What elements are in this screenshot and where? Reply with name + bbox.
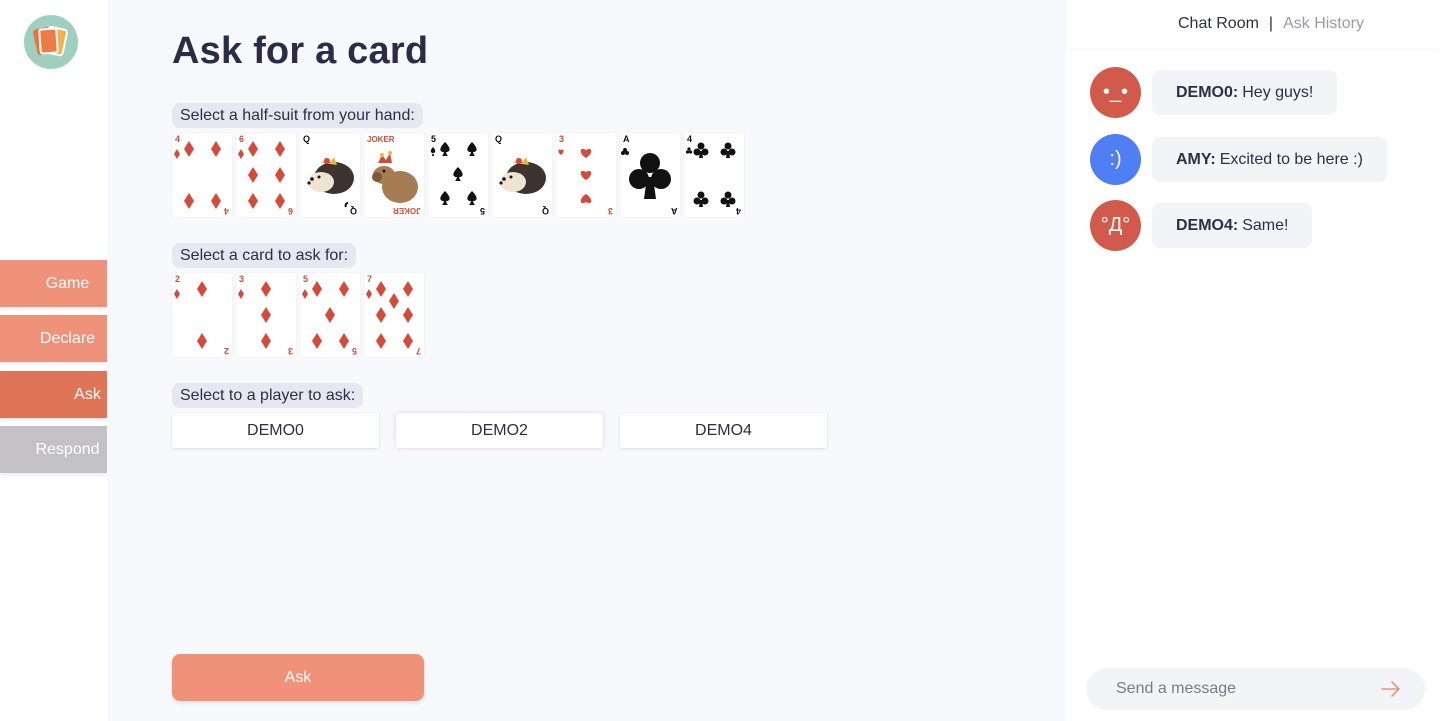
card-rank-bottom: 4 [735, 206, 741, 216]
card-rank: 3 [239, 274, 245, 284]
message-text: Same! [1242, 216, 1289, 234]
player-section-label: Select to a player to ask: [172, 383, 364, 408]
nav-declare-label: Declare [39, 329, 96, 347]
avatar: •_• [1090, 67, 1141, 118]
card-rank: 4 [175, 134, 181, 144]
nav-respond-label: Respond [35, 440, 100, 458]
card-rank-bottom: 7 [415, 346, 421, 356]
hand-section-label: Select a half-suit from your hand: [172, 103, 423, 128]
card-rank: A [623, 134, 630, 144]
tab-ask-history[interactable]: Ask History [1283, 15, 1364, 33]
nav-ask-label: Ask [74, 385, 101, 403]
ask-card-section-label: Select a card to ask for: [172, 243, 357, 268]
card-rank-bottom: 5 [479, 206, 485, 216]
card-joker[interactable]: JOKER JOKER [364, 133, 424, 217]
message-user: DEMO4: [1176, 216, 1239, 234]
message-bubble: DEMO4: Same! [1152, 203, 1313, 248]
ask-submit-label: Ask [284, 668, 312, 686]
chat-message: •_• DEMO0: Hey guys! [1090, 67, 1338, 118]
ask-card-row: 2 2 3 3 5 5 7 7 [172, 273, 424, 357]
card-rank: Q [495, 134, 503, 144]
card-rank-bottom: JOKER [393, 206, 421, 215]
card-rank: JOKER [367, 135, 395, 144]
card-rank-bottom: A [670, 206, 678, 216]
capybara-icon [372, 151, 418, 203]
card-4-of-clubs[interactable]: 4 4 [684, 133, 744, 217]
avatar: °Д° [1090, 200, 1141, 251]
chat-message: :) AMY: Excited to be here :) [1090, 134, 1387, 185]
message-bubble: DEMO0: Hey guys! [1152, 70, 1338, 115]
card-rank: Q [303, 134, 311, 144]
card-rank-bottom: 2 [223, 346, 229, 356]
message-text: Excited to be here :) [1219, 150, 1363, 168]
card-3-of-hearts[interactable]: 3 3 [556, 133, 616, 217]
message-user: DEMO0: [1176, 83, 1239, 101]
card-rank-bottom: 3 [287, 346, 293, 356]
card-3-of-diamonds[interactable]: 3 3 [236, 273, 296, 357]
ask-submit-button[interactable]: Ask [172, 654, 424, 701]
card-rank: 3 [559, 134, 565, 144]
card-ace-of-clubs[interactable]: A A [620, 133, 680, 217]
message-input[interactable]: Send a message [1086, 668, 1425, 710]
message-text: Hey guys! [1242, 83, 1314, 101]
nav-game-label: Game [45, 274, 90, 292]
card-rank-bottom: 5 [351, 346, 357, 356]
card-rank: 4 [687, 134, 693, 144]
card-rank-bottom: Q [349, 206, 357, 216]
card-rank-bottom: 3 [607, 206, 613, 216]
app-logo-icon [24, 15, 78, 69]
card-rank: 2 [175, 274, 181, 284]
hedgehog-icon [499, 157, 546, 194]
message-input-placeholder: Send a message [1116, 680, 1237, 697]
left-rail: Game Declare Ask Respond [0, 0, 155, 721]
card-rank-bottom: 6 [287, 206, 293, 216]
card-2-of-diamonds[interactable]: 2 2 [172, 273, 232, 357]
card-4-of-diamonds[interactable]: 4 4 [172, 133, 232, 217]
card-rank-bottom: 4 [223, 206, 229, 216]
hedgehog-icon [307, 157, 354, 208]
hand-card-row: 4 4 6 6 Q Q JOKER JOKER 5 5 Q Q 3 3 A A … [172, 133, 744, 217]
card-rank: 5 [431, 134, 437, 144]
send-arrow-icon[interactable] [1381, 680, 1401, 698]
card-queen-of-clubs[interactable]: Q Q [492, 133, 552, 217]
player-name: DEMO0 [247, 421, 304, 439]
card-rank-bottom: Q [541, 206, 549, 216]
player-name: DEMO4 [695, 421, 752, 439]
player-option-demo2[interactable]: DEMO2 [396, 413, 603, 448]
card-6-of-diamonds[interactable]: 6 6 [236, 133, 296, 217]
page-title: Ask for a card [172, 30, 429, 72]
card-rank: 5 [303, 274, 309, 284]
card-rank: 7 [367, 274, 373, 284]
card-5-of-diamonds[interactable]: 5 5 [300, 273, 360, 357]
chat-tabs: Chat Room | Ask History [1066, 0, 1440, 48]
tab-separator: | [1268, 15, 1274, 32]
player-option-demo4[interactable]: DEMO4 [620, 413, 827, 448]
chat-message: °Д° DEMO4: Same! [1090, 200, 1313, 251]
tab-chat-room[interactable]: Chat Room [1178, 15, 1259, 33]
avatar: :) [1090, 134, 1141, 185]
player-option-demo0[interactable]: DEMO0 [172, 413, 379, 448]
card-queen-of-clubs[interactable]: Q Q [300, 133, 360, 217]
card-rank: 6 [239, 134, 245, 144]
message-bubble: AMY: Excited to be here :) [1152, 137, 1387, 182]
message-user: AMY: [1176, 150, 1216, 168]
card-5-of-spades[interactable]: 5 5 [428, 133, 488, 217]
chat-panel: Chat Room | Ask History •_• DEMO0: Hey g… [1066, 0, 1440, 721]
main-panel: Ask for a card Select a half-suit from y… [107, 0, 1066, 721]
card-7-of-diamonds[interactable]: 7 7 [364, 273, 424, 357]
player-name: DEMO2 [471, 421, 528, 439]
